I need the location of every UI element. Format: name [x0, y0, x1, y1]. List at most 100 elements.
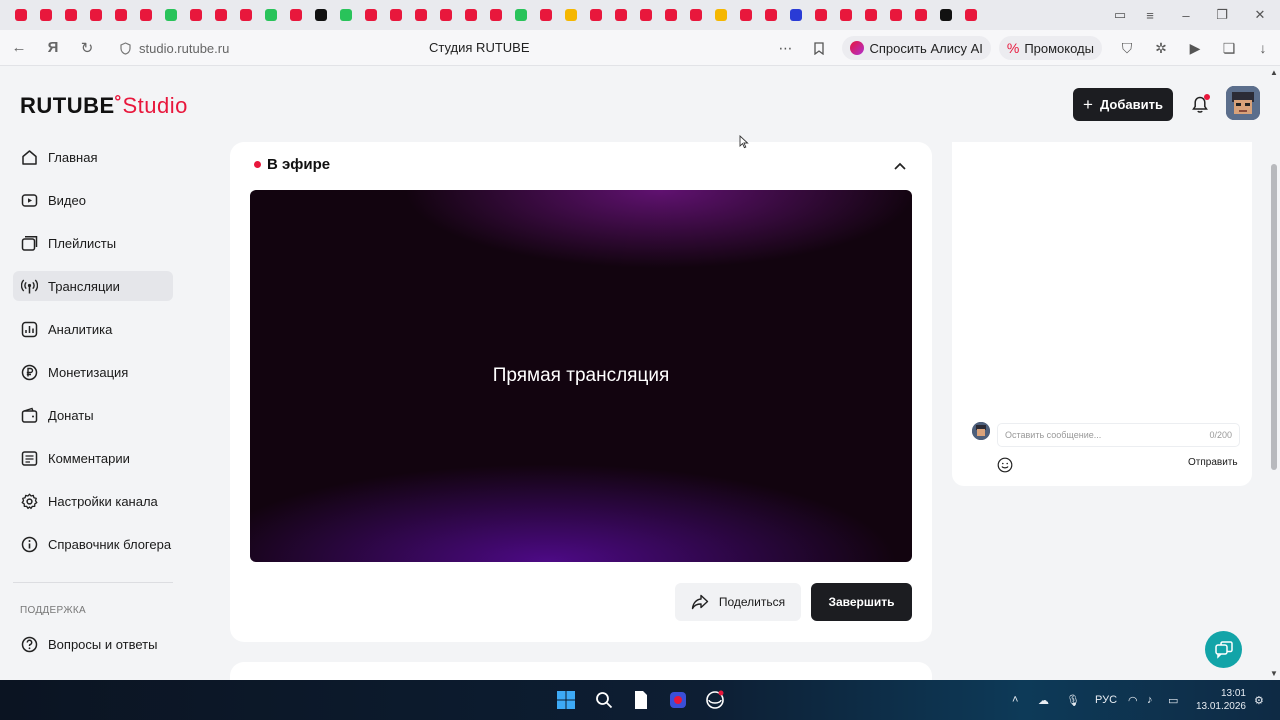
tray-wifi-icon[interactable]: ◠: [1128, 680, 1138, 720]
tray-clock[interactable]: 13:01 13.01.2026: [1190, 687, 1246, 713]
notifications-bell-icon[interactable]: [1188, 92, 1212, 118]
chat-send-button[interactable]: Отправить: [1188, 457, 1238, 468]
chat-message-input[interactable]: Оставить сообщение... 0/200: [997, 423, 1240, 447]
sidebar-item-donations[interactable]: Донаты: [13, 400, 173, 430]
tray-battery-icon[interactable]: ▭: [1168, 680, 1178, 720]
browser-tab-favicon-icon[interactable]: [433, 0, 458, 30]
browser-tab-favicon-icon[interactable]: [33, 0, 58, 30]
windows-start-icon[interactable]: [554, 688, 578, 712]
browser-tab-favicon-icon[interactable]: [208, 0, 233, 30]
sidebar-item-comments[interactable]: Комментарии: [13, 443, 173, 473]
browser-tab-favicon-icon[interactable]: [8, 0, 33, 30]
browser-tab-favicon-icon[interactable]: [508, 0, 533, 30]
bookmark-icon[interactable]: [802, 31, 836, 65]
promo-button[interactable]: % Промокоды: [998, 36, 1102, 60]
browser-tab-favicon-icon[interactable]: [108, 0, 133, 30]
browser-tab-favicon-icon[interactable]: [183, 0, 208, 30]
browser-tab-favicon-icon[interactable]: [483, 0, 508, 30]
browser-tab-favicon-icon[interactable]: [558, 0, 583, 30]
browser-tab-favicon-icon[interactable]: [133, 0, 158, 30]
minimize-icon[interactable]: –: [1168, 0, 1204, 30]
browser-tab-favicon-icon[interactable]: [783, 0, 808, 30]
browser-tab-favicon-icon[interactable]: [408, 0, 433, 30]
sidebar-item-channel-settings[interactable]: Настройки канала: [13, 486, 173, 516]
browser-tab-favicon-icon[interactable]: [733, 0, 758, 30]
tray-cloud-icon[interactable]: ☁: [1038, 680, 1049, 720]
browser-tab-favicon-icon[interactable]: [333, 0, 358, 30]
support-chat-button[interactable]: [1205, 631, 1242, 668]
back-icon[interactable]: ←: [4, 33, 34, 63]
browser-tab-favicon-icon[interactable]: [633, 0, 658, 30]
tray-mic-icon[interactable]: 🎙: [1066, 680, 1080, 720]
live-video-player[interactable]: Прямая трансляция: [250, 190, 912, 562]
collapse-chevron-up-icon[interactable]: [890, 156, 910, 176]
yandex-home-icon[interactable]: Я: [38, 33, 68, 63]
url-field[interactable]: studio.rutube.ru: [120, 37, 229, 59]
sidebar-item-faq[interactable]: Вопросы и ответы: [13, 629, 173, 659]
browser-tab-favicon-icon[interactable]: [933, 0, 958, 30]
browser-tab-favicon-icon[interactable]: [758, 0, 783, 30]
browser-tab-favicon-icon[interactable]: [708, 0, 733, 30]
browser-tab-favicon-icon[interactable]: [83, 0, 108, 30]
browser-taskbar-icon[interactable]: [703, 688, 727, 712]
browser-tab-favicon-icon[interactable]: [658, 0, 683, 30]
user-avatar[interactable]: [1226, 86, 1260, 120]
search-icon[interactable]: [592, 688, 616, 712]
restore-icon[interactable]: ❐: [1204, 0, 1240, 30]
tray-chevron-up-icon[interactable]: ˄: [1012, 680, 1018, 720]
scrollbar-thumb[interactable]: [1271, 164, 1277, 470]
sidebar-item-playlists[interactable]: Плейлисты: [13, 228, 173, 258]
media-icon[interactable]: ▶: [1178, 31, 1212, 65]
finish-broadcast-button[interactable]: Завершить: [811, 583, 912, 621]
browser-tab-favicon-icon[interactable]: [233, 0, 258, 30]
browser-tab-favicon-icon[interactable]: [458, 0, 483, 30]
browser-tab-favicon-icon[interactable]: [258, 0, 283, 30]
page-scrollbar[interactable]: ▲ ▼: [1268, 66, 1280, 680]
emoji-icon[interactable]: [996, 456, 1014, 474]
sidebar-item-analytics[interactable]: Аналитика: [13, 314, 173, 344]
browser-tab-favicon-icon[interactable]: [58, 0, 83, 30]
download-icon[interactable]: ↓: [1246, 31, 1280, 65]
sidebar-item-monetization[interactable]: Монетизация: [13, 357, 173, 387]
reload-icon[interactable]: ↻: [72, 33, 102, 63]
sidebar-item-home[interactable]: Главная: [13, 142, 173, 172]
tray-volume-icon[interactable]: ♪: [1147, 680, 1153, 720]
file-icon[interactable]: [629, 688, 653, 712]
browser-tab-favicon-icon[interactable]: [283, 0, 308, 30]
close-icon[interactable]: ✕: [1242, 0, 1278, 30]
site-shield-icon: [120, 41, 131, 55]
browser-tab-favicon-icon[interactable]: [158, 0, 183, 30]
share-label: Поделиться: [718, 595, 786, 609]
extensions-icon[interactable]: ✲: [1144, 31, 1178, 65]
browser-tab-favicon-icon[interactable]: [308, 0, 333, 30]
chat-panel: Оставить сообщение... 0/200 Отправить: [952, 142, 1252, 486]
browser-tab-favicon-icon[interactable]: [908, 0, 933, 30]
protect-icon[interactable]: ⛉: [1110, 31, 1144, 65]
browser-tab-favicon-icon[interactable]: [833, 0, 858, 30]
scroll-down-arrow-icon[interactable]: ▼: [1270, 669, 1278, 678]
sidebar-item-broadcasts[interactable]: Трансляции: [13, 271, 173, 301]
app-icon[interactable]: [666, 688, 690, 712]
collections-icon[interactable]: ❏: [1212, 31, 1246, 65]
scroll-up-arrow-icon[interactable]: ▲: [1270, 68, 1278, 77]
browser-tab-favicon-icon[interactable]: [683, 0, 708, 30]
share-button[interactable]: Поделиться: [675, 583, 801, 621]
tray-language[interactable]: РУС: [1095, 680, 1117, 720]
browser-tab-favicon-icon[interactable]: [608, 0, 633, 30]
ask-alice-button[interactable]: Спросить Алису AI: [842, 36, 991, 60]
menu-icon[interactable]: ≡: [1132, 0, 1168, 30]
sidebar-item-video[interactable]: Видео: [13, 185, 173, 215]
browser-tab-favicon-icon[interactable]: [383, 0, 408, 30]
browser-tab-favicon-icon[interactable]: [883, 0, 908, 30]
sidebar-item-blogger-guide[interactable]: Справочник блогера: [13, 529, 173, 559]
browser-tab-favicon-icon[interactable]: [583, 0, 608, 30]
browser-tab-favicon-icon[interactable]: [858, 0, 883, 30]
browser-tab-favicon-icon[interactable]: [358, 0, 383, 30]
rutube-studio-logo[interactable]: RUTUBE˚Studio: [20, 93, 188, 119]
browser-tab-favicon-icon[interactable]: [808, 0, 833, 30]
tray-settings-icon[interactable]: ⚙: [1254, 680, 1264, 720]
browser-tab-favicon-icon[interactable]: [958, 0, 983, 30]
browser-tab-favicon-icon[interactable]: [533, 0, 558, 30]
more-icon[interactable]: ⋯: [768, 31, 802, 65]
add-button[interactable]: + Добавить: [1073, 88, 1173, 121]
